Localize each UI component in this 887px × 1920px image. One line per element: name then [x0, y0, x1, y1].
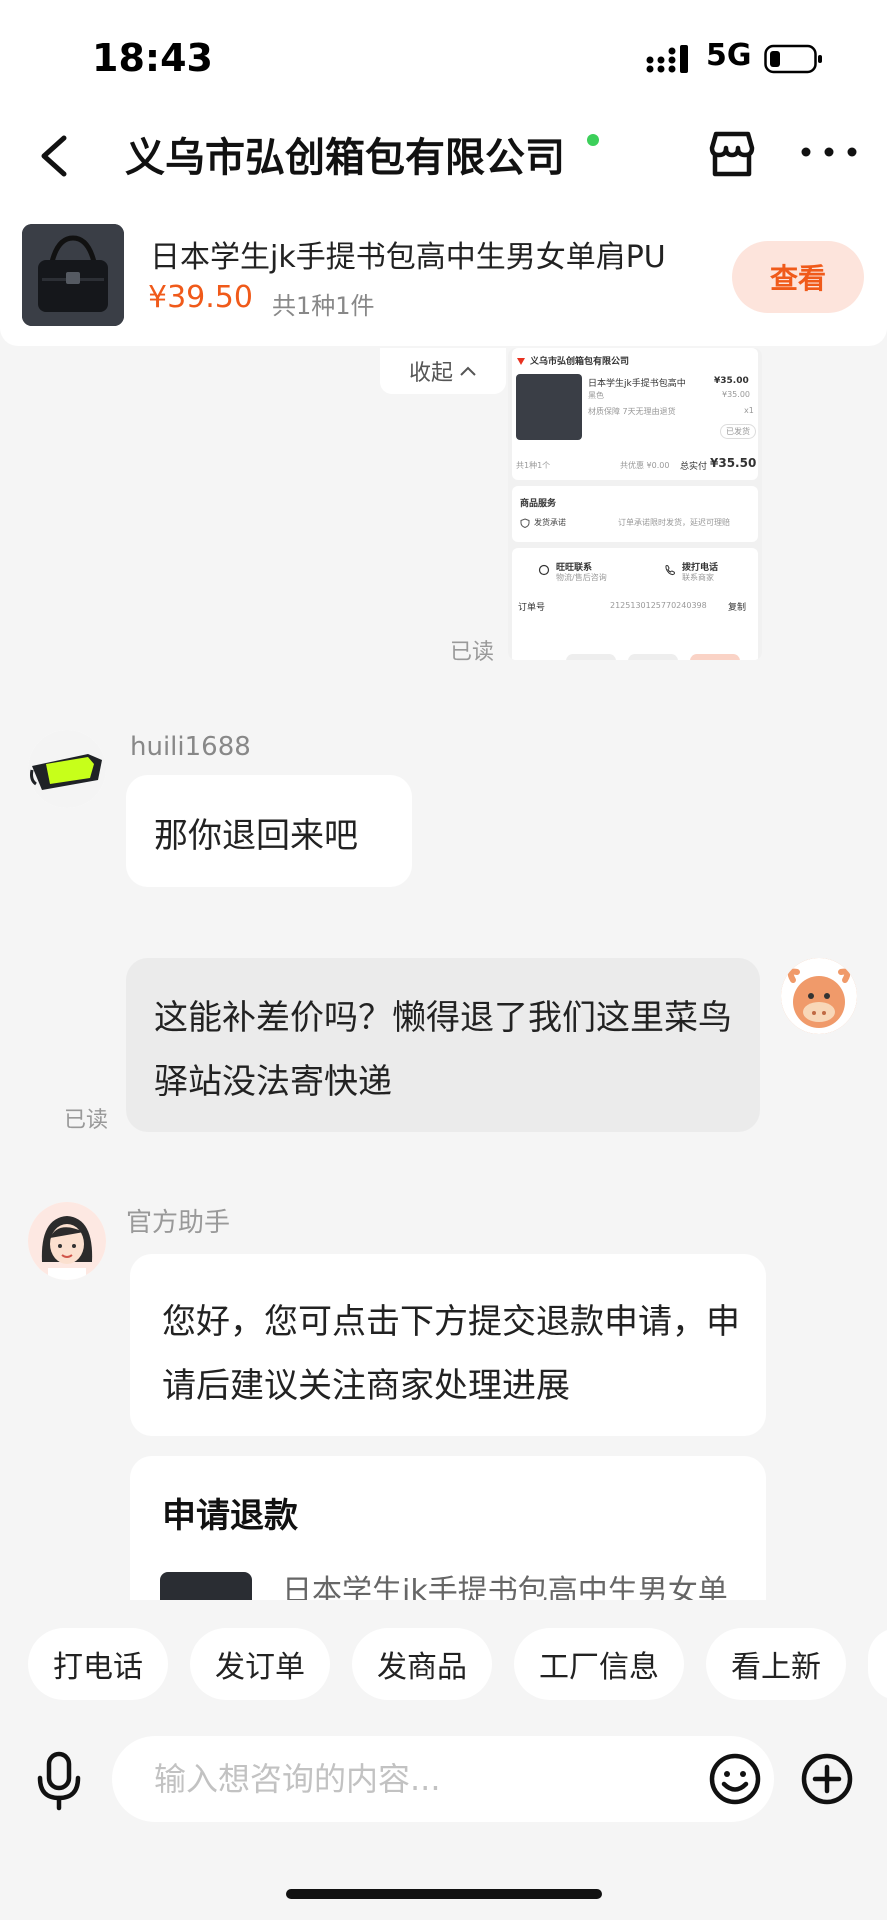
- assistant-message-text: 您好，您可点击下方提交退款申请，申请后建议关注商家处理进展: [162, 1302, 740, 1406]
- bag-image: [22, 224, 124, 326]
- more-icon[interactable]: [798, 140, 860, 164]
- screenshot-copy-label: 复制: [728, 603, 747, 613]
- collapse-button[interactable]: 收起: [380, 348, 506, 394]
- avatar-image: [28, 730, 106, 808]
- my-avatar[interactable]: [781, 958, 857, 1034]
- shop-logo-icon: [517, 358, 525, 365]
- screenshot-service-detail: 订单承诺限时发货，延迟可理赔: [618, 518, 730, 527]
- quick-action-send-order[interactable]: 发订单: [190, 1628, 330, 1700]
- screenshot-item-qty: x1: [744, 406, 754, 415]
- screenshot-summary-total-label: 总实付: [680, 462, 708, 472]
- screenshot-wangwang-sub: 物流/售后咨询: [556, 573, 607, 582]
- cow-avatar-icon: [781, 958, 857, 1034]
- emoji-icon[interactable]: [708, 1752, 762, 1806]
- add-icon[interactable]: [800, 1752, 854, 1806]
- screenshot-btn-1: [566, 654, 616, 660]
- my-message-text: 这能补差价吗？懒得退了我们这里菜鸟驿站没法寄快递: [154, 998, 732, 1102]
- quick-action-send-product[interactable]: 发商品: [352, 1628, 492, 1700]
- screenshot-phone-sub: 联系商家: [682, 573, 714, 582]
- screenshot-btn-2: [628, 654, 678, 660]
- refund-card-title: 申请退款: [162, 1496, 298, 1536]
- read-receipt: 已读: [450, 640, 495, 665]
- chevron-up-icon: [460, 366, 476, 376]
- seller-avatar[interactable]: [28, 730, 106, 808]
- wangwang-icon: [538, 564, 550, 576]
- seller-message-text: 那你退回来吧: [154, 816, 358, 856]
- battery-icon: [764, 44, 822, 74]
- screenshot-order-label: 订单号: [518, 603, 546, 613]
- back-arrow-icon[interactable]: [32, 126, 82, 186]
- screenshot-order-number: 2125130125770240398: [610, 601, 707, 610]
- assistant-avatar[interactable]: [28, 1202, 106, 1280]
- online-status-dot: [587, 134, 599, 146]
- product-title: 日本学生jk手提书包高中生男女单肩PU: [150, 240, 666, 275]
- screenshot-summary-discount: 共优惠 ¥0.00: [620, 461, 670, 470]
- status-time: 18:43: [92, 36, 213, 80]
- screenshot-shop-name: 义乌市弘创箱包有限公司: [530, 357, 630, 367]
- refund-product-title: 日本学生jk手提书包高中生男女单: [282, 1574, 728, 1600]
- screenshot-summary-count: 共1种1个: [516, 461, 551, 470]
- assistant-name: 官方助手: [126, 1208, 231, 1238]
- screenshot-summary-total: ¥35.50: [710, 456, 757, 470]
- screenshot-service-block: [512, 486, 758, 542]
- seller-name: huili1688: [130, 732, 251, 762]
- shield-icon: [520, 518, 530, 528]
- product-count: 共1种1件: [272, 292, 375, 320]
- screenshot-item-price: ¥35.00: [714, 376, 749, 386]
- screenshot-product-thumb: [516, 374, 582, 440]
- product-price: ¥39.50: [148, 280, 253, 315]
- quick-action-new-arrivals[interactable]: 看上新: [706, 1628, 846, 1700]
- screenshot-service-title: 商品服务: [520, 499, 557, 509]
- network-label: 5G: [706, 38, 752, 73]
- screenshot-item-orig-price: ¥35.00: [722, 390, 750, 399]
- screenshot-item-color: 黑色: [588, 391, 604, 400]
- read-receipt: 已读: [64, 1108, 109, 1133]
- collapse-label: 收起: [408, 361, 453, 386]
- chat-title: 义乌市弘创箱包有限公司: [125, 135, 565, 181]
- view-product-button[interactable]: 查看: [732, 241, 864, 313]
- quick-action-call[interactable]: 打电话: [28, 1628, 168, 1700]
- product-thumbnail[interactable]: [22, 224, 124, 326]
- screenshot-btn-3: [690, 654, 740, 660]
- order-screenshot-image[interactable]: 义乌市弘创箱包有限公司 日本学生jk手提书包高中 黑色 ¥35.00 ¥35.0…: [508, 348, 762, 660]
- microphone-icon[interactable]: [32, 1748, 86, 1812]
- screenshot-item-tags: 材质保障 7天无理由退货: [588, 407, 676, 416]
- quick-action-factory-info[interactable]: 工厂信息: [514, 1628, 684, 1700]
- message-input[interactable]: [112, 1736, 774, 1822]
- screenshot-item-status: 已发货: [720, 424, 756, 439]
- screenshot-item-title: 日本学生jk手提书包高中: [588, 379, 686, 389]
- signal-icon: [646, 45, 688, 73]
- store-icon[interactable]: [700, 122, 764, 186]
- screenshot-service-item: 发货承诺: [534, 518, 566, 527]
- refund-product-thumbnail: [160, 1572, 252, 1600]
- assistant-avatar-icon: [28, 1202, 106, 1280]
- phone-icon: [665, 565, 675, 576]
- home-indicator: [286, 1889, 602, 1899]
